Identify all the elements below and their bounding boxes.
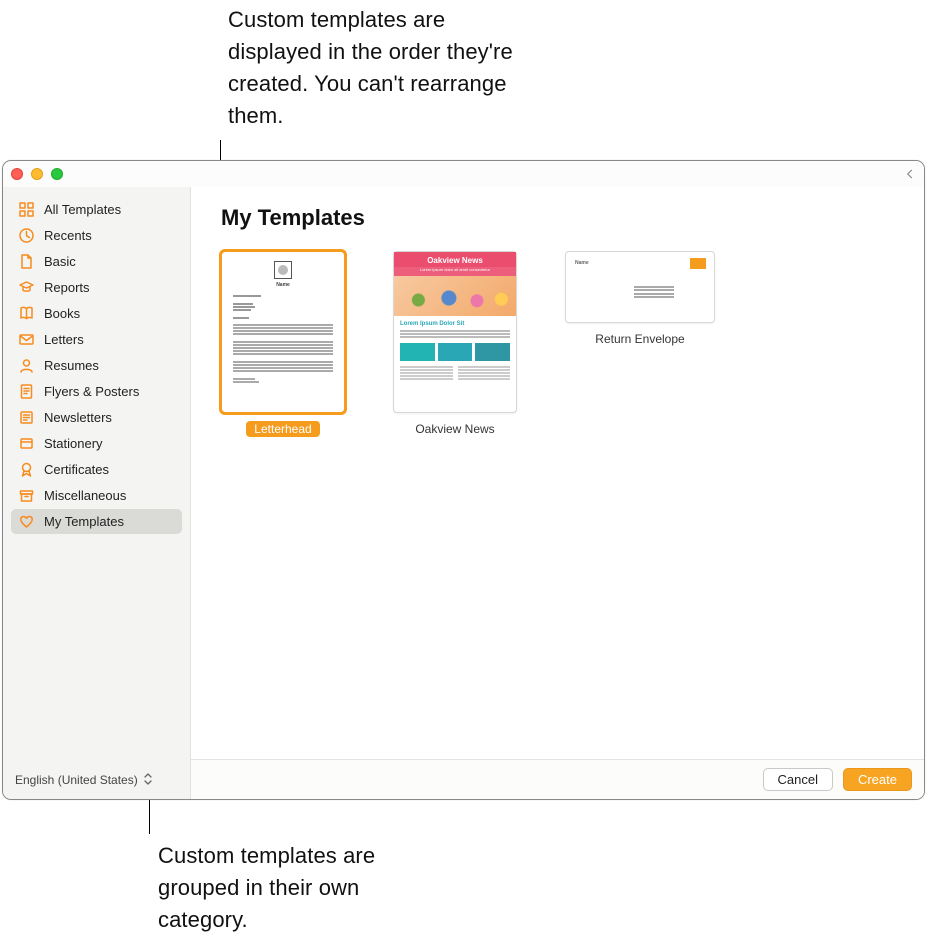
sidebar-item-recents[interactable]: Recents: [11, 223, 182, 248]
language-picker[interactable]: English (United States): [11, 769, 182, 791]
traffic-lights: [11, 168, 63, 180]
sidebar-item-label: Letters: [44, 332, 84, 347]
toggle-sidebar-button[interactable]: [902, 165, 918, 183]
template-thumbnail: Name: [221, 251, 345, 413]
updown-icon: [144, 773, 152, 787]
grid-icon: [18, 201, 35, 218]
sidebar-item-label: Newsletters: [44, 410, 112, 425]
footer: Cancel Create: [191, 759, 924, 799]
sidebar-item-miscellaneous[interactable]: Miscellaneous: [11, 483, 182, 508]
sidebar-item-reports[interactable]: Reports: [11, 275, 182, 300]
sidebar: All Templates Recents Basic Reports Books Let…: [3, 187, 191, 799]
sidebar-item-label: Certificates: [44, 462, 109, 477]
sidebar-item-label: Resumes: [44, 358, 99, 373]
sidebar-item-label: All Templates: [44, 202, 121, 217]
template-label: Oakview News: [407, 421, 502, 437]
template-thumbnail: Oakview News Lorem ipsum dolor sit amet …: [393, 251, 517, 413]
sidebar-item-label: Flyers & Posters: [44, 384, 139, 399]
sidebar-item-my-templates[interactable]: My Templates: [11, 509, 182, 534]
clock-icon: [18, 227, 35, 244]
sidebar-item-label: Books: [44, 306, 80, 321]
archive-icon: [18, 487, 35, 504]
zoom-window-button[interactable]: [51, 168, 63, 180]
sidebar-item-label: Reports: [44, 280, 90, 295]
sidebar-item-newsletters[interactable]: Newsletters: [11, 405, 182, 430]
sidebar-item-certificates[interactable]: Certificates: [11, 457, 182, 482]
minimize-window-button[interactable]: [31, 168, 43, 180]
template-chooser-window: All Templates Recents Basic Reports Books Let…: [2, 160, 925, 800]
academic-icon: [18, 279, 35, 296]
template-letterhead[interactable]: Name Letterhead: [221, 251, 345, 437]
stationery-icon: [18, 435, 35, 452]
sidebar-item-label: My Templates: [44, 514, 124, 529]
sidebar-item-label: Stationery: [44, 436, 103, 451]
annotation-top: Custom templates are displayed in the or…: [228, 4, 538, 132]
close-window-button[interactable]: [11, 168, 23, 180]
sidebar-item-flyers-posters[interactable]: Flyers & Posters: [11, 379, 182, 404]
book-icon: [18, 305, 35, 322]
page-title: My Templates: [221, 205, 900, 231]
news-icon: [18, 409, 35, 426]
cancel-button[interactable]: Cancel: [763, 768, 833, 791]
person-icon: [18, 357, 35, 374]
sidebar-item-letters[interactable]: Letters: [11, 327, 182, 352]
sidebar-item-label: Miscellaneous: [44, 488, 126, 503]
template-label: Return Envelope: [587, 331, 692, 347]
template-return-envelope[interactable]: Name Return Envelope: [565, 251, 715, 347]
sidebar-item-basic[interactable]: Basic: [11, 249, 182, 274]
heart-icon: [18, 513, 35, 530]
sidebar-item-stationery[interactable]: Stationery: [11, 431, 182, 456]
language-label: English (United States): [15, 773, 138, 787]
template-oakview-news[interactable]: Oakview News Lorem ipsum dolor sit amet …: [393, 251, 517, 437]
poster-icon: [18, 383, 35, 400]
annotation-bottom: Custom templates are grouped in their ow…: [158, 840, 408, 936]
template-thumbnail: Name: [565, 251, 715, 323]
sidebar-item-all-templates[interactable]: All Templates: [11, 197, 182, 222]
chevron-left-icon: [904, 168, 916, 180]
main-area: My Templates Name: [191, 187, 924, 799]
sidebar-item-label: Basic: [44, 254, 76, 269]
sidebar-item-label: Recents: [44, 228, 92, 243]
titlebar: [3, 161, 924, 187]
ribbon-icon: [18, 461, 35, 478]
template-label: Letterhead: [246, 421, 319, 437]
sidebar-item-resumes[interactable]: Resumes: [11, 353, 182, 378]
sidebar-item-books[interactable]: Books: [11, 301, 182, 326]
create-button[interactable]: Create: [843, 768, 912, 791]
doc-icon: [18, 253, 35, 270]
envelope-icon: [18, 331, 35, 348]
